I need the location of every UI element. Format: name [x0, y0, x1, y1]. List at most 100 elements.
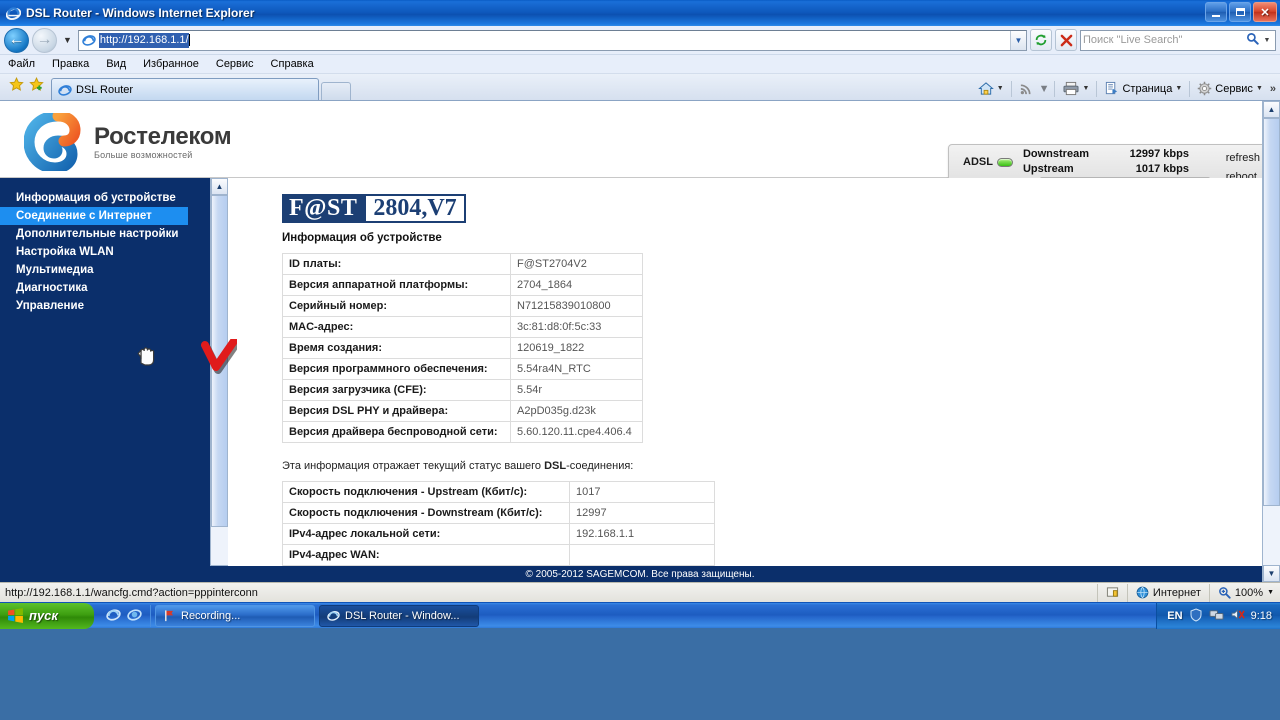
brand-name: Ростелеком — [94, 123, 232, 150]
dsl-status-note: Эта информация отражает текущий статус в… — [282, 460, 1280, 472]
separator — [1189, 80, 1191, 97]
url-text: http://192.168.1.1/ — [98, 32, 189, 48]
table-row: Версия аппаратной платформы: 2704_1864 — [282, 274, 643, 296]
tray-network-icon[interactable] — [1209, 608, 1224, 624]
row-value: 5.54ra4N_RTC — [510, 358, 643, 380]
menu-item-file[interactable]: Файл — [8, 58, 35, 70]
row-value: N71215839010800 — [510, 295, 643, 317]
sidebar-item-management[interactable]: Управление — [0, 297, 210, 315]
feeds-button[interactable] — [1016, 79, 1037, 98]
sidebar-item-internet-connection[interactable]: Соединение с Интернет — [0, 207, 188, 225]
quick-launch-ie-icon[interactable] — [106, 607, 121, 625]
tab-label: DSL Router — [76, 83, 134, 96]
browser-scrollbar[interactable]: ▲ ▼ — [1262, 101, 1280, 582]
row-key: Серийный номер: — [282, 295, 511, 317]
table-row: Версия загрузчика (CFE): 5.54r — [282, 379, 643, 401]
scroll-up-arrow-icon[interactable]: ▲ — [211, 178, 228, 195]
menu-item-help[interactable]: Справка — [271, 58, 314, 70]
protected-mode-indicator[interactable] — [1096, 583, 1127, 602]
tab-favicon-icon — [58, 83, 72, 97]
home-button[interactable]: ▼ — [975, 79, 1007, 98]
tab-dsl-router[interactable]: DSL Router — [51, 78, 319, 100]
window-title: DSL Router - Windows Internet Explorer — [26, 6, 255, 20]
menu-item-view[interactable]: Вид — [106, 58, 126, 70]
close-button[interactable]: ✕ — [1253, 2, 1277, 22]
system-clock[interactable]: 9:18 — [1251, 610, 1272, 622]
table-row: MAC-адрес: 3c:81:d8:0f:5c:33 — [282, 316, 643, 338]
menu-item-tools[interactable]: Сервис — [216, 58, 254, 70]
brand-tagline: Больше возможностей — [94, 150, 193, 160]
page-menu-button[interactable]: Страница ▼ — [1101, 79, 1185, 98]
quick-launch-browser-icon[interactable] — [127, 607, 142, 625]
row-value: 192.168.1.1 — [569, 523, 715, 545]
sidebar-item-diagnostics[interactable]: Диагностика — [0, 279, 210, 297]
chevron-down-icon[interactable]: ▼ — [1083, 85, 1090, 92]
maximize-button[interactable] — [1229, 2, 1251, 22]
taskbar-item-recording[interactable]: Recording... — [155, 604, 315, 627]
windows-flag-icon — [8, 608, 23, 623]
table-row: Скорость подключения - Upstream (Кбит/с)… — [282, 481, 715, 503]
favorites-star-icon[interactable] — [6, 77, 26, 100]
feeds-dropdown-icon[interactable]: ▼ — [1039, 83, 1050, 95]
sidebar-item-device-info[interactable]: Информация об устройстве — [0, 189, 210, 207]
menu-item-favorites[interactable]: Избранное — [143, 58, 199, 70]
chevron-down-icon[interactable]: ▼ — [997, 85, 1004, 92]
history-dropdown-icon[interactable]: ▼ — [60, 35, 75, 45]
scroll-track[interactable] — [211, 195, 228, 565]
window-scroll-thumb[interactable] — [1263, 118, 1280, 506]
fast-logo-prefix: F@ST — [282, 194, 365, 223]
sidebar-item-wlan-setup[interactable]: Настройка WLAN — [0, 243, 210, 261]
start-label: пуск — [29, 608, 58, 623]
window-scroll-up-arrow-icon[interactable]: ▲ — [1263, 101, 1280, 118]
menu-item-edit[interactable]: Правка — [52, 58, 89, 70]
scroll-thumb[interactable] — [211, 195, 228, 527]
command-bar: ▼ ▼ ▼ Страница ▼ Сервис ▼ » — [975, 79, 1276, 98]
zoom-control[interactable]: 100% ▼ — [1208, 583, 1278, 602]
row-value: 3c:81:d8:0f:5c:33 — [510, 316, 643, 338]
tray-shield-icon[interactable] — [1189, 607, 1203, 625]
window-scroll-track[interactable] — [1263, 118, 1280, 565]
zoom-dropdown-icon[interactable]: ▼ — [1267, 589, 1274, 596]
security-zone-indicator[interactable]: Интернет — [1126, 583, 1209, 602]
frame-scrollbar[interactable]: ▲ ▼ — [210, 178, 228, 582]
sidebar-item-advanced-settings[interactable]: Дополнительные настройки — [0, 225, 210, 243]
overflow-chevron-icon[interactable]: » — [1268, 83, 1276, 95]
back-arrow-icon[interactable]: ← — [4, 27, 29, 53]
device-info-table: ID платы: F@ST2704V2 Версия аппаратной пл… — [282, 253, 643, 443]
table-row: Версия драйвера беспроводной сети: 5.60.1… — [282, 421, 643, 443]
row-key: Версия загрузчика (CFE): — [282, 379, 511, 401]
forward-arrow-icon[interactable]: → — [32, 27, 57, 53]
tools-menu-button[interactable]: Сервис ▼ — [1194, 79, 1266, 98]
copyright-text: © 2005-2012 SAGEMCOM. Все права защищены… — [525, 568, 755, 580]
new-tab-button[interactable] — [321, 82, 351, 100]
sidebar-item-multimedia[interactable]: Мультимедиа — [0, 261, 210, 279]
tray-volume-icon[interactable] — [1230, 608, 1245, 624]
adsl-led-icon — [996, 157, 1013, 167]
window-scroll-down-arrow-icon[interactable]: ▼ — [1263, 565, 1280, 582]
language-indicator[interactable]: EN — [1167, 610, 1182, 622]
url-dropdown-icon[interactable]: ▼ — [1010, 30, 1026, 50]
print-button[interactable]: ▼ — [1059, 79, 1093, 98]
table-row: ID платы: F@ST2704V2 — [282, 253, 643, 275]
search-box[interactable]: ▼ — [1080, 29, 1276, 51]
add-to-favorites-icon[interactable] — [26, 77, 46, 100]
start-button[interactable]: пуск — [0, 602, 94, 629]
chevron-down-icon[interactable]: ▼ — [1175, 85, 1182, 92]
chevron-down-icon[interactable]: ▼ — [1256, 85, 1263, 92]
row-key: ID платы: — [282, 253, 511, 275]
minimize-button[interactable] — [1205, 2, 1227, 22]
table-row: Серийный номер: N71215839010800 — [282, 295, 643, 317]
stop-button[interactable] — [1055, 29, 1077, 51]
tools-menu-label: Сервис — [1215, 82, 1253, 95]
row-value: 1017 — [569, 481, 715, 503]
downstream-value: 12997 kbps — [1129, 148, 1189, 160]
url-input[interactable]: http://192.168.1.1/ ▼ — [77, 29, 1027, 51]
row-key: Время создания: — [282, 337, 511, 359]
search-input[interactable] — [1083, 34, 1243, 46]
refresh-link[interactable]: refresh — [1226, 149, 1260, 168]
magnifier-icon[interactable] — [1243, 32, 1261, 48]
search-dropdown-icon[interactable]: ▼ — [1261, 37, 1273, 44]
refresh-button[interactable] — [1030, 29, 1052, 51]
router-sidebar: Информация об устройстве Соединение с Ин… — [0, 178, 210, 582]
taskbar-item-dsl-router[interactable]: DSL Router - Window... — [319, 604, 479, 627]
